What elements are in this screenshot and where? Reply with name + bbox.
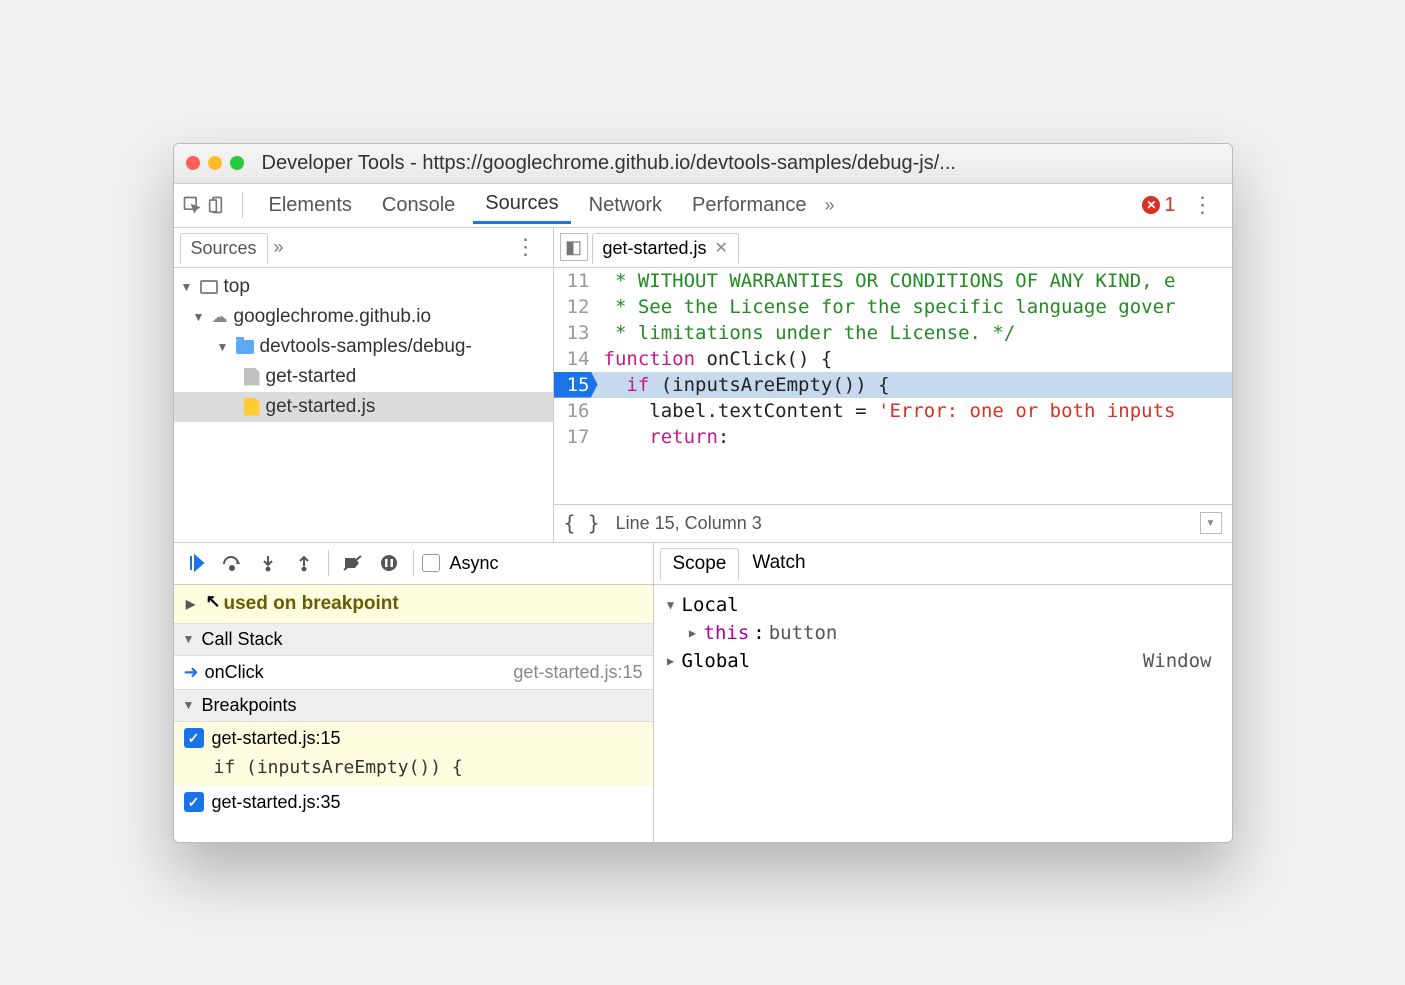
cursor-icon: ↖ [206, 591, 221, 612]
tab-network[interactable]: Network [577, 188, 674, 223]
js-file-icon [244, 398, 260, 416]
code-line[interactable]: 12 * See the License for the specific la… [554, 294, 1232, 320]
pause-exceptions-button[interactable] [373, 547, 405, 579]
file-tab-label: get-started.js [603, 238, 707, 259]
tree-top[interactable]: ▼top [174, 272, 553, 302]
line-number[interactable]: 11 [554, 268, 598, 294]
close-window-icon[interactable] [186, 156, 200, 170]
main-toolbar: Elements Console Sources Network Perform… [174, 184, 1232, 228]
inspect-icon[interactable] [182, 195, 202, 215]
tab-elements[interactable]: Elements [257, 188, 364, 223]
line-number[interactable]: 16 [554, 398, 598, 424]
tab-sources[interactable]: Sources [473, 186, 570, 224]
debugger-toolbar: Async [174, 543, 653, 585]
file-icon [244, 368, 260, 386]
editor-panel: ◧ get-started.js ✕ 11 * WITHOUT WARRANTI… [554, 228, 1232, 542]
code-line[interactable]: 14function onClick() { [554, 346, 1232, 372]
show-navigator-icon[interactable]: ◧ [560, 233, 588, 261]
error-count: 1 [1164, 194, 1175, 217]
scope-local[interactable]: ▼Local [664, 591, 1222, 619]
deactivate-breakpoints-button[interactable] [337, 547, 369, 579]
step-out-button[interactable] [288, 547, 320, 579]
tree-folder[interactable]: ▼devtools-samples/debug- [174, 332, 553, 362]
window-title: Developer Tools - https://googlechrome.g… [262, 152, 956, 175]
device-toggle-icon[interactable] [208, 195, 228, 215]
resume-button[interactable] [180, 547, 212, 579]
breakpoint-checkbox[interactable]: ✓ [184, 728, 204, 748]
scope-this[interactable]: ▶this: button [664, 619, 1222, 647]
async-checkbox[interactable] [422, 554, 440, 572]
breakpoint-item[interactable]: ✓ get-started.js:15 [174, 722, 653, 755]
frame-icon [200, 280, 218, 294]
breakpoints-header[interactable]: ▼Breakpoints [174, 689, 653, 722]
code-line[interactable]: 16 label.textContent = 'Error: one or bo… [554, 398, 1232, 424]
file-tree: ▼top ▼☁googlechrome.github.io ▼devtools-… [174, 268, 553, 542]
editor-status-bar: { } Line 15, Column 3 ▼ [554, 504, 1232, 542]
breakpoint-checkbox[interactable]: ✓ [184, 792, 204, 812]
minimize-window-icon[interactable] [208, 156, 222, 170]
step-over-button[interactable] [216, 547, 248, 579]
line-number[interactable]: 15 [554, 372, 598, 398]
step-into-button[interactable] [252, 547, 284, 579]
watch-tab[interactable]: Watch [739, 547, 818, 579]
zoom-window-icon[interactable] [230, 156, 244, 170]
line-number[interactable]: 12 [554, 294, 598, 320]
editor-file-tab[interactable]: get-started.js ✕ [592, 233, 739, 264]
navigator-tab-sources[interactable]: Sources [180, 233, 268, 264]
debugger-panel: Async ▶ ↖ used on breakpoint ▼Call Stack… [174, 542, 1232, 842]
call-stack-header[interactable]: ▼Call Stack [174, 623, 653, 656]
tree-file-html[interactable]: get-started [174, 362, 553, 392]
cursor-position: Line 15, Column 3 [616, 513, 762, 534]
current-frame-icon: ➜ [184, 662, 199, 682]
code-line[interactable]: 15 if (inputsAreEmpty()) { [554, 372, 1232, 398]
window-controls [186, 156, 244, 170]
call-stack-frame[interactable]: ➜onClick get-started.js:15 [174, 656, 653, 689]
line-number[interactable]: 14 [554, 346, 598, 372]
settings-menu-icon[interactable]: ⋮ [1182, 192, 1224, 218]
code-line[interactable]: 17 return: [554, 424, 1232, 450]
tree-domain[interactable]: ▼☁googlechrome.github.io [174, 302, 553, 332]
paused-banner: ▶ ↖ used on breakpoint [174, 585, 653, 623]
cloud-icon: ☁ [212, 307, 228, 327]
devtools-window: Developer Tools - https://googlechrome.g… [173, 143, 1233, 843]
status-dropdown-icon[interactable]: ▼ [1200, 512, 1222, 534]
error-icon: ✕ [1142, 196, 1160, 214]
titlebar: Developer Tools - https://googlechrome.g… [174, 144, 1232, 184]
close-tab-icon[interactable]: ✕ [715, 238, 728, 258]
scope-panel: Scope Watch ▼Local ▶this: button ▶Global… [654, 543, 1232, 842]
error-indicator[interactable]: ✕ 1 [1142, 194, 1175, 217]
folder-icon [236, 340, 254, 354]
pretty-print-icon[interactable]: { } [564, 511, 600, 535]
line-number[interactable]: 17 [554, 424, 598, 450]
tab-console[interactable]: Console [370, 188, 467, 223]
tree-file-js[interactable]: get-started.js [174, 392, 553, 422]
breakpoint-item[interactable]: ✓ get-started.js:35 [174, 786, 653, 819]
breakpoint-code: if (inputsAreEmpty()) { [174, 755, 653, 786]
navigator-menu-icon[interactable]: ⋮ [505, 234, 547, 260]
code-line[interactable]: 11 * WITHOUT WARRANTIES OR CONDITIONS OF… [554, 268, 1232, 294]
more-tabs-icon[interactable]: » [825, 195, 835, 216]
async-label: Async [450, 553, 499, 574]
navigator-panel: Sources » ⋮ ▼top ▼☁googlechrome.github.i… [174, 228, 554, 542]
scope-global[interactable]: ▶Global Window [664, 647, 1222, 675]
tab-performance[interactable]: Performance [680, 188, 819, 223]
code-editor[interactable]: 11 * WITHOUT WARRANTIES OR CONDITIONS OF… [554, 268, 1232, 504]
navigator-more-icon[interactable]: » [274, 237, 284, 258]
line-number[interactable]: 13 [554, 320, 598, 346]
code-line[interactable]: 13 * limitations under the License. */ [554, 320, 1232, 346]
scope-tab[interactable]: Scope [660, 548, 740, 580]
